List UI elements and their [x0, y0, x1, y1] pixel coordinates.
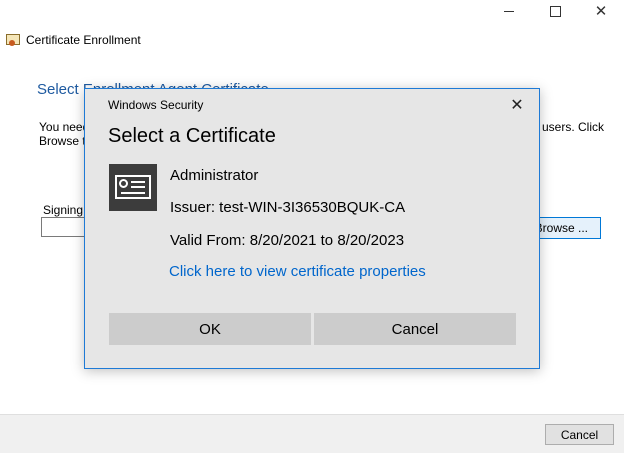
minimize-icon	[504, 10, 514, 12]
minimize-button[interactable]	[486, 0, 532, 22]
footer-bar	[0, 414, 624, 453]
certificate-name: Administrator	[170, 167, 259, 184]
windows-security-dialog: Windows Security ✕ Select a Certificate …	[84, 88, 540, 369]
view-certificate-properties-link[interactable]: Click here to view certificate propertie…	[169, 263, 426, 280]
cancel-button[interactable]: Cancel	[545, 424, 614, 445]
certificate-icon	[109, 164, 157, 211]
dialog-heading: Select a Certificate	[108, 125, 276, 147]
dialog-close-button[interactable]: ✕	[505, 94, 529, 116]
dialog-cancel-button[interactable]: Cancel	[314, 313, 516, 345]
close-icon: ✕	[594, 2, 608, 20]
certificate-validity: Valid From: 8/20/2021 to 8/20/2023	[170, 232, 405, 249]
dialog-title: Windows Security	[108, 98, 204, 112]
description-text: You need Browse t	[39, 120, 90, 148]
app-title: Certificate Enrollment	[26, 33, 141, 47]
signing-label: Signing	[43, 203, 84, 217]
close-icon: ✕	[510, 97, 524, 114]
app-title-bar: Certificate Enrollment	[6, 33, 141, 47]
window-close-button[interactable]: ✕	[578, 0, 624, 22]
maximize-icon	[549, 5, 561, 17]
certificate-issuer: Issuer: test-WIN-3I36530BQUK-CA	[170, 199, 406, 216]
ok-button[interactable]: OK	[109, 313, 311, 345]
maximize-button[interactable]	[532, 0, 578, 22]
certificate-icon	[6, 33, 20, 47]
description-text-right: users. Click	[542, 120, 605, 134]
